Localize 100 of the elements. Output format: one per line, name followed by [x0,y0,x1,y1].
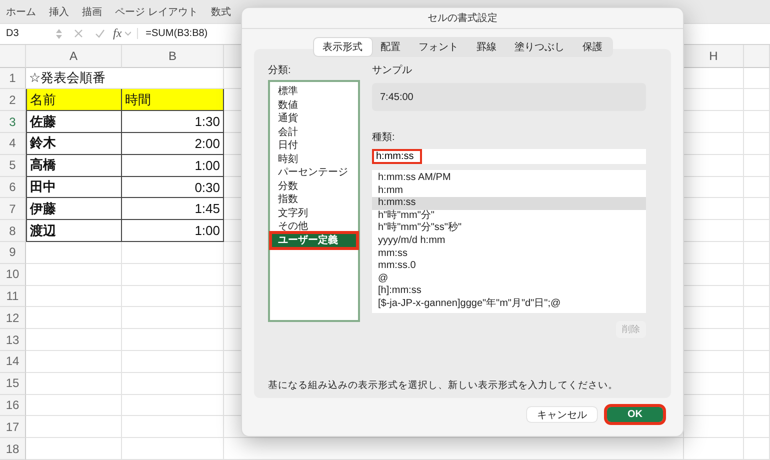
format-item[interactable]: h:mm [372,184,646,198]
category-item[interactable]: 通貨 [272,112,356,126]
row-number: 3 [0,111,26,134]
table-cell: 高橋 [26,154,122,177]
cancel-button[interactable]: キャンセル [527,407,597,422]
name-box[interactable]: D3 [0,28,56,40]
table-cell: 佐藤 [26,111,122,134]
table-cell: 2:00 [122,133,224,155]
type-label: 種類: [372,130,396,144]
column-header[interactable] [744,44,770,68]
ribbon-tab[interactable]: 挿入 [49,4,69,19]
select-all-corner[interactable] [0,44,26,68]
function-button[interactable]: fx [113,26,122,42]
format-item[interactable]: yyyy/m/d h:mm [372,234,646,248]
tab[interactable]: 配置 [372,38,410,56]
row-number: 8 [0,220,26,242]
row-number: 9 [0,242,26,264]
column-header[interactable]: B [122,44,224,68]
table-cell [744,351,770,373]
close-icon[interactable] [74,29,83,38]
row-number: 7 [0,198,26,220]
table-cell: 1:00 [122,220,224,242]
row-number: 14 [0,351,26,373]
header-cell: 名前 [26,89,122,112]
table-cell: 渡辺 [26,220,122,242]
table-cell [744,220,770,242]
table-cell: 1:00 [122,154,224,177]
hint-text: 基になる組み込みの表示形式を選択し、新しい表示形式を入力してください。 [268,379,619,392]
table-cell [744,438,770,460]
caret-icon[interactable] [124,31,131,36]
category-item[interactable]: 会計 [272,126,356,139]
row-number: 5 [0,154,26,177]
tab[interactable]: 表示形式 [314,38,372,56]
stepper-icon[interactable] [56,28,62,39]
formula-field[interactable]: =SUM(B3:B8) [136,28,208,40]
sample-label: サンプル [372,64,413,77]
format-item[interactable]: @ [372,272,646,286]
ok-button[interactable]: OK [607,407,663,422]
table-cell [744,111,770,134]
format-list[interactable]: h:mm:ss AM/PM h:mm h:mm:ss h"時"mm"分" h"時"mm"分"ss"秒" yyyy/m/d h:mm mm:ss mm:ss.0 @ [h]:mm:ss [$-ja-JP-x-gannen]ggge"年"m"月"d"日";@ [372,170,646,313]
table-cell [744,372,770,395]
tab[interactable]: 塗りつぶし [506,38,574,56]
tab[interactable]: 保護 [574,38,612,56]
ribbon-tab[interactable]: ホーム [6,4,36,19]
ribbon-tab[interactable]: 数式 [210,4,231,19]
category-item[interactable]: パーセンテージ [272,166,356,180]
table-cell: 0:30 [122,176,224,198]
category-item[interactable]: 時刻 [272,152,356,166]
column-header[interactable]: H [684,44,744,68]
format-item[interactable]: h"時"mm"分"ss"秒" [372,222,646,235]
row-number: 11 [0,286,26,308]
row-number: 2 [0,89,26,112]
table-cell: 伊藤 [26,198,122,220]
row-number: 4 [0,133,26,155]
category-label: 分類: [268,64,292,77]
check-icon[interactable] [95,29,105,38]
row-number: 12 [0,307,26,330]
format-item[interactable]: mm:ss.0 [372,260,646,273]
category-item[interactable]: 日付 [272,139,356,152]
table-cell: 田中 [26,176,122,198]
format-item[interactable]: mm:ss [372,248,646,260]
table-cell [744,242,770,264]
column-header[interactable]: A [26,44,122,68]
format-item[interactable]: [h]:mm:ss [372,285,646,298]
table-cell [744,176,770,198]
category-item[interactable]: その他 [272,220,356,234]
table-cell [744,416,770,438]
tab[interactable]: フォント [410,38,468,56]
row-number: 16 [0,394,26,416]
category-item[interactable]: 分数 [272,180,356,193]
table-cell [744,394,770,416]
category-item[interactable]: 数値 [272,98,356,112]
dialog-title: セルの書式設定 [242,8,683,29]
table-cell: 1:45 [122,198,224,220]
format-item[interactable]: h:mm:ss AM/PM [372,172,646,185]
category-item[interactable]: ユーザー定義 [272,234,356,247]
ribbon-tab[interactable]: ページ レイアウト [115,4,198,19]
sample-value: 7:45:00 [372,83,646,111]
category-list[interactable]: 標準 数値 通貨 会計 日付 時刻 パーセンテージ 分数 指数 文字列 その他 ユーザー定義 [268,80,360,322]
category-item[interactable]: 標準 [272,85,356,98]
format-item[interactable]: h"時"mm"分" [372,210,646,222]
table-cell [744,198,770,220]
table-cell [744,154,770,177]
table-cell [744,286,770,308]
table-cell: 1:30 [122,111,224,134]
category-item[interactable]: 文字列 [272,206,356,220]
tab[interactable]: 罫線 [468,38,506,56]
row-number: 13 [0,329,26,352]
format-item[interactable]: h:mm:ss [372,197,646,210]
table-cell [744,307,770,330]
table-cell [744,68,770,90]
format-input[interactable]: h:mm:ss [372,149,646,164]
table-cell [744,133,770,155]
row-number: 17 [0,416,26,438]
row-number: 6 [0,176,26,198]
format-item[interactable]: [$-ja-JP-x-gannen]ggge"年"m"月"d"日";@ [372,298,646,311]
table-cell [684,438,744,460]
category-item[interactable]: 指数 [272,193,356,206]
row-number: 10 [0,264,26,286]
ribbon-tab[interactable]: 描画 [82,4,102,19]
